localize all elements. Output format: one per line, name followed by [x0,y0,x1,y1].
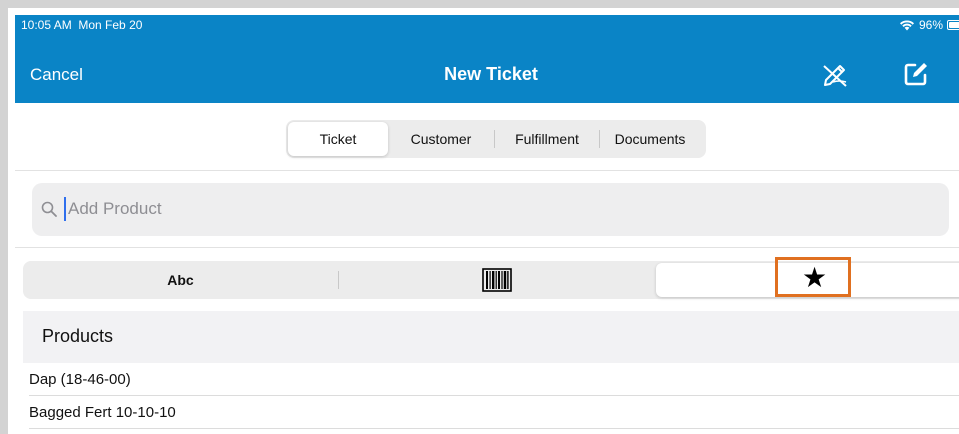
battery-percent: 96% [918,18,943,32]
app-window: 10:05 AM Mon Feb 20 96% Cancel New Ticke… [15,15,959,434]
products-header: Products [42,326,114,346]
status-clock: 10:05 AM [21,18,72,32]
product-list: Dap (18-46-00) Bagged Fert 10-10-10 [15,363,959,429]
mode-alphabetical[interactable]: Abc [23,261,338,299]
tab-documents[interactable]: Documents [600,122,700,156]
cancel-button[interactable]: Cancel [30,65,83,85]
barcode-icon [482,268,512,292]
mode-barcode[interactable] [339,261,655,299]
navigation-bar: Cancel New Ticket [15,55,959,95]
tab-fulfillment[interactable]: Fulfillment [495,122,599,156]
view-mode-row: Abc ★ [15,248,959,312]
text-caret [64,197,66,221]
wifi-icon [899,20,914,31]
search-box[interactable] [32,183,949,236]
tab-customer[interactable]: Customer [388,122,494,156]
mode-favorites[interactable]: ★ [656,257,959,297]
list-item[interactable]: Dap (18-46-00) [15,363,959,396]
ticket-tabs: Ticket Customer Fulfillment Documents [286,120,706,158]
status-bar: 10:05 AM Mon Feb 20 96% [15,15,959,35]
view-mode-segmented: Abc ★ [23,257,959,299]
add-product-input[interactable] [68,193,928,225]
page-title: New Ticket [444,64,538,84]
top-bar: 10:05 AM Mon Feb 20 96% Cancel New Ticke… [15,15,959,103]
status-indicators: 96% [899,15,959,35]
battery-icon [947,20,959,30]
ticket-tabs-row: Ticket Customer Fulfillment Documents [15,103,959,171]
search-icon [41,201,57,217]
products-section-header: Products [23,311,959,363]
status-date: Mon Feb 20 [78,18,143,32]
status-time: 10:05 AM Mon Feb 20 [21,15,142,35]
product-search-row [15,171,959,248]
signature-pen-icon[interactable] [821,60,849,88]
screenshot-frame: 10:05 AM Mon Feb 20 96% Cancel New Ticke… [0,0,959,434]
favorites-highlight-box: ★ [775,257,851,297]
list-item[interactable]: Bagged Fert 10-10-10 [15,396,959,429]
tab-ticket[interactable]: Ticket [288,122,388,156]
star-icon: ★ [802,262,828,293]
compose-edit-icon[interactable] [903,61,929,87]
